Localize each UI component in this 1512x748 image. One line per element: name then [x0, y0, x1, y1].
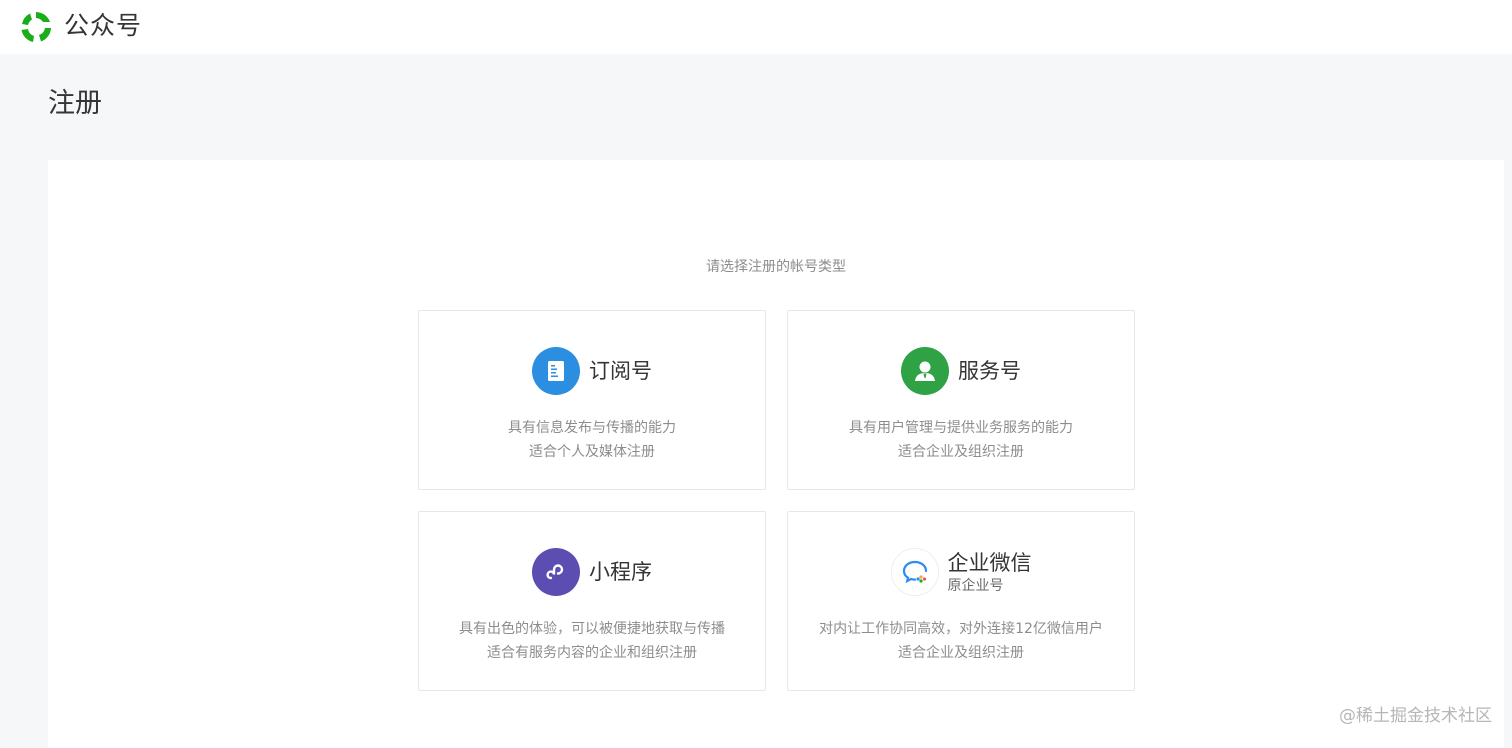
card-title-group: 企业微信 原企业号 [948, 549, 1032, 595]
card-description: 具有用户管理与提供业务服务的能力 适合企业及组织注册 [788, 416, 1134, 464]
wechat-official-accounts-logo-icon[interactable] [17, 8, 55, 46]
card-desc-line: 适合有服务内容的企业和组织注册 [487, 645, 697, 661]
card-desc-line: 适合企业及组织注册 [898, 645, 1024, 661]
card-subtitle: 原企业号 [947, 578, 1004, 594]
card-desc-line: 适合企业及组织注册 [898, 444, 1024, 460]
card-desc-line: 具有出色的体验，可以被便捷地获取与传播 [459, 621, 725, 637]
card-desc-line: 适合个人及媒体注册 [529, 444, 655, 460]
card-header: 服务号 [788, 347, 1134, 395]
top-bar: 公众号 [0, 0, 1512, 54]
card-description: 具有信息发布与传播的能力 适合个人及媒体注册 [419, 416, 765, 464]
card-description: 对内让工作协同高效，对外连接12亿微信用户 适合企业及组织注册 [788, 617, 1134, 665]
card-desc-line: 对内让工作协同高效，对外连接12亿微信用户 [819, 621, 1103, 637]
account-type-prompt: 请选择注册的帐号类型 [706, 259, 846, 275]
card-title: 企业微信 [947, 551, 1032, 575]
card-title: 小程序 [589, 560, 652, 584]
document-icon [532, 347, 580, 395]
mini-program-card[interactable]: 小程序 具有出色的体验，可以被便捷地获取与传播 适合有服务内容的企业和组织注册 [418, 511, 766, 691]
registration-panel: 请选择注册的帐号类型 订阅号 具有信息发布与传播的能力 适合个人及媒体注册 服务… [48, 160, 1504, 748]
card-desc-line: 具有信息发布与传播的能力 [508, 420, 676, 436]
card-header: 企业微信 原企业号 [788, 548, 1134, 596]
card-header: 订阅号 [419, 347, 765, 395]
brand-name[interactable]: 公众号 [64, 10, 142, 42]
subscription-account-card[interactable]: 订阅号 具有信息发布与传播的能力 适合个人及媒体注册 [418, 310, 766, 490]
card-description: 具有出色的体验，可以被便捷地获取与传播 适合有服务内容的企业和组织注册 [419, 617, 765, 665]
page-title: 注册 [48, 88, 102, 119]
person-icon [901, 347, 949, 395]
card-title: 服务号 [958, 359, 1021, 383]
card-header: 小程序 [419, 548, 765, 596]
card-desc-line: 具有用户管理与提供业务服务的能力 [849, 420, 1073, 436]
wecom-card[interactable]: 企业微信 原企业号 对内让工作协同高效，对外连接12亿微信用户 适合企业及组织注… [787, 511, 1135, 691]
mini-program-icon [532, 548, 580, 596]
service-account-card[interactable]: 服务号 具有用户管理与提供业务服务的能力 适合企业及组织注册 [787, 310, 1135, 490]
wecom-icon [890, 548, 939, 596]
card-title: 订阅号 [589, 359, 652, 383]
watermark: @稀土掘金技术社区 [1339, 706, 1492, 726]
